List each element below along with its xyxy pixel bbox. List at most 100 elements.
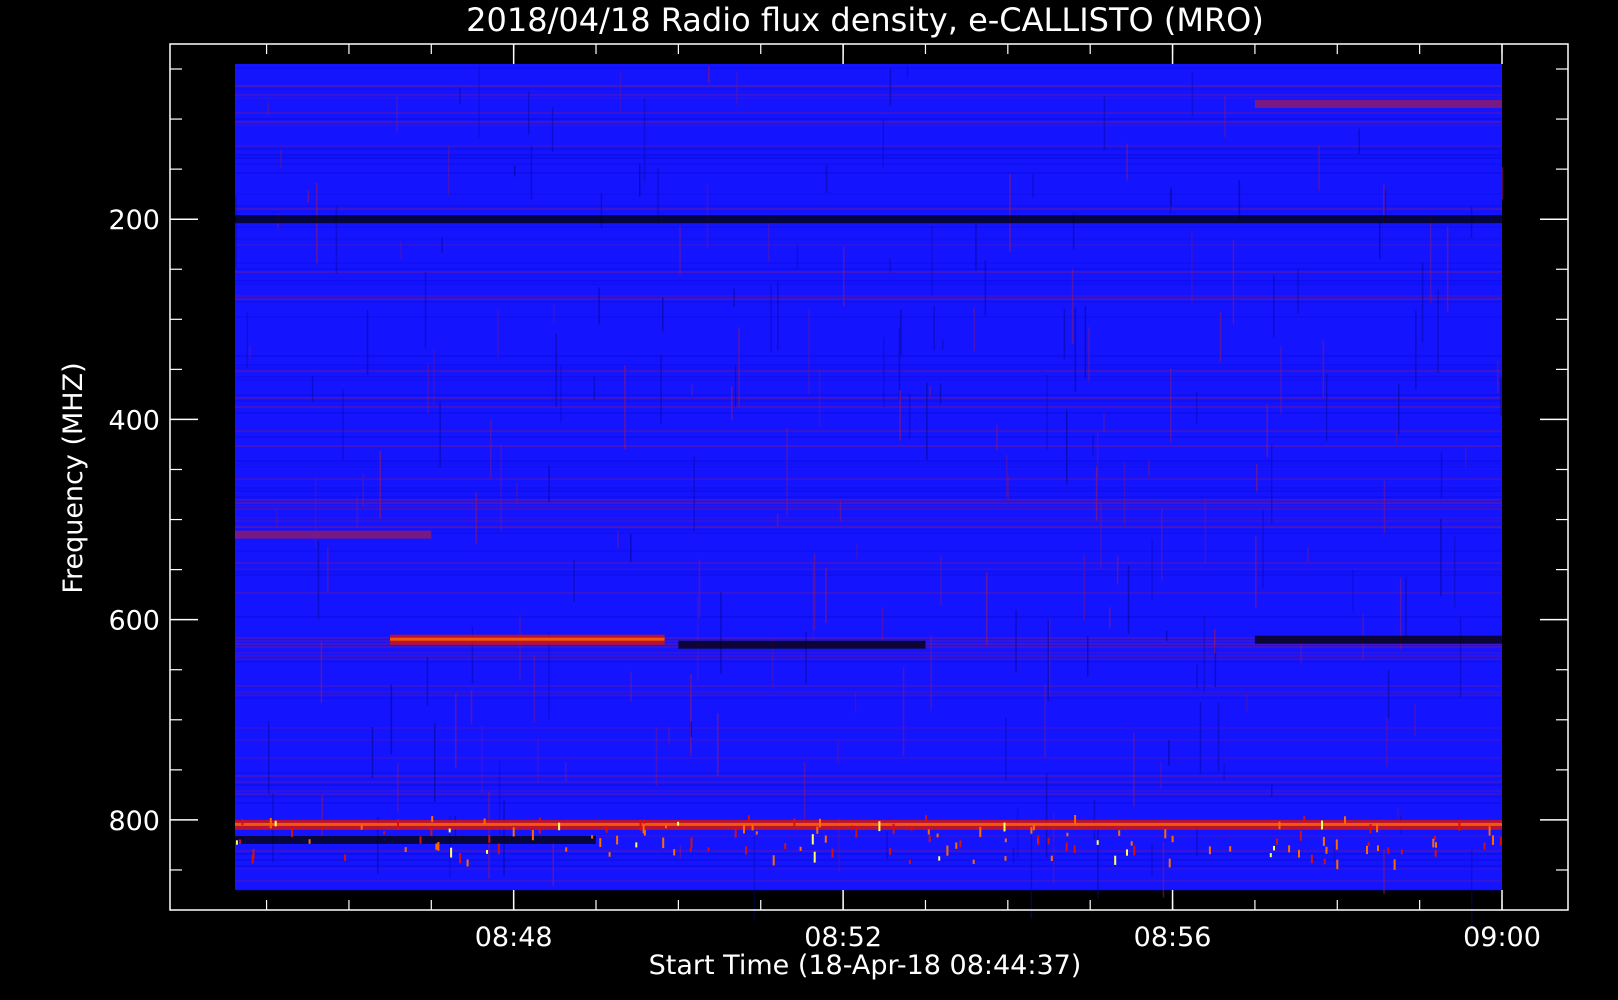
heatmap-streak bbox=[424, 271, 427, 349]
heatmap-streak bbox=[565, 762, 567, 781]
heatmap-texture-row bbox=[235, 868, 1502, 870]
heatmap-speckle bbox=[269, 818, 272, 829]
heatmap-speckle bbox=[1208, 846, 1211, 855]
heatmap-streak bbox=[1087, 636, 1089, 677]
heatmap-streak bbox=[617, 530, 619, 549]
heatmap-streak bbox=[679, 226, 681, 275]
heatmap-streak bbox=[1217, 702, 1220, 772]
heatmap-streak bbox=[439, 401, 441, 467]
heatmap-streak bbox=[1318, 146, 1320, 191]
heatmap-speckle bbox=[689, 847, 692, 852]
heatmap-streak bbox=[691, 384, 693, 396]
heatmap-speckle bbox=[466, 859, 469, 867]
heatmap-texture-row bbox=[235, 727, 1502, 729]
heatmap-streak bbox=[1271, 784, 1273, 797]
heatmap-streak bbox=[447, 146, 450, 196]
heatmap-texture-row bbox=[235, 496, 1502, 498]
heatmap-texture-row bbox=[235, 157, 1502, 159]
heatmap-streak bbox=[1405, 576, 1407, 638]
heatmap-streak bbox=[371, 726, 374, 778]
heatmap-streak bbox=[1352, 569, 1354, 613]
heatmap-speckle bbox=[1229, 846, 1232, 852]
heatmap-streak bbox=[1266, 404, 1268, 457]
heatmap-streak bbox=[693, 455, 695, 532]
heatmap-texture-row bbox=[235, 355, 1502, 357]
heatmap-texture-row bbox=[235, 124, 1502, 126]
heatmap-speckle bbox=[1377, 845, 1379, 851]
heatmap-texture-row bbox=[235, 694, 1502, 696]
heatmap-speckle bbox=[755, 831, 758, 835]
heatmap-streak bbox=[996, 424, 998, 451]
heatmap-texture-row bbox=[235, 397, 1502, 399]
heatmap-feature-band bbox=[235, 835, 596, 844]
heatmap-texture-row bbox=[235, 508, 1502, 510]
heatmap-speckle bbox=[512, 827, 515, 837]
heatmap-streak bbox=[1032, 173, 1034, 198]
heatmap-speckle bbox=[291, 827, 294, 838]
heatmap-streak bbox=[1238, 179, 1241, 219]
heatmap-streak bbox=[1133, 732, 1135, 807]
heatmap-streak bbox=[975, 223, 977, 271]
heatmap-streak bbox=[1103, 412, 1105, 433]
heatmap-speckle bbox=[1273, 845, 1275, 851]
heatmap-texture-row bbox=[235, 85, 1502, 87]
heatmap-speckle bbox=[813, 851, 816, 863]
heatmap-texture-row bbox=[235, 487, 1502, 489]
heatmap-speckle bbox=[1003, 822, 1006, 832]
heatmap-streak bbox=[1084, 305, 1087, 378]
heatmap-texture-row bbox=[235, 796, 1502, 798]
heatmap-streak bbox=[1203, 615, 1205, 693]
heatmap-texture-row bbox=[235, 88, 1502, 90]
heatmap-texture-row bbox=[235, 430, 1502, 432]
heatmap-streak bbox=[900, 309, 902, 356]
heatmap-speckle bbox=[1322, 836, 1325, 846]
heatmap-streak bbox=[1088, 327, 1090, 382]
heatmap-streak bbox=[786, 427, 788, 516]
x-tick-label: 08:52 bbox=[804, 922, 882, 953]
heatmap-speckle bbox=[878, 821, 881, 832]
heatmap-speckle bbox=[643, 819, 646, 824]
x-tick-label: 08:48 bbox=[475, 922, 553, 953]
heatmap-streak bbox=[929, 386, 931, 397]
heatmap-streak bbox=[843, 246, 845, 307]
heatmap-streak bbox=[514, 165, 516, 177]
heatmap-streak bbox=[1103, 96, 1106, 150]
heatmap-streak bbox=[1497, 361, 1499, 394]
heatmap-texture-row bbox=[235, 460, 1502, 462]
y-tick-label: 600 bbox=[108, 606, 160, 637]
heatmap-speckle bbox=[1030, 827, 1033, 834]
heatmap-streak bbox=[1093, 800, 1096, 840]
heatmap-streak bbox=[1273, 274, 1275, 338]
heatmap-speckle bbox=[889, 848, 892, 855]
heatmap-streak bbox=[311, 375, 314, 403]
heatmap-streak bbox=[639, 164, 641, 197]
heatmap-texture-row bbox=[235, 517, 1502, 519]
heatmap-texture-row bbox=[235, 121, 1502, 123]
heatmap-texture-row bbox=[235, 154, 1502, 156]
heatmap-streak bbox=[1030, 835, 1033, 919]
heatmap-speckle bbox=[1118, 830, 1121, 836]
heatmap-streak bbox=[1440, 518, 1442, 596]
heatmap-streak bbox=[1383, 480, 1386, 534]
heatmap-streak bbox=[516, 482, 518, 505]
heatmap-speckle bbox=[1499, 836, 1502, 846]
heatmap-streak bbox=[537, 738, 539, 783]
heatmap-streak bbox=[1160, 761, 1162, 789]
heatmap-streak bbox=[668, 726, 670, 743]
heatmap-streak bbox=[551, 107, 554, 152]
heatmap-speckle bbox=[1483, 842, 1486, 850]
heatmap-speckle bbox=[908, 860, 911, 864]
heatmap-speckle bbox=[1299, 830, 1302, 841]
heatmap-streak bbox=[882, 118, 884, 168]
heatmap-streak bbox=[1161, 507, 1163, 581]
heatmap-speckle bbox=[819, 818, 821, 828]
heatmap-texture-row bbox=[235, 793, 1502, 795]
heatmap-streak bbox=[1219, 312, 1222, 363]
heatmap-speckle bbox=[437, 842, 440, 851]
heatmap-texture-row bbox=[235, 889, 1502, 891]
heatmap-streak bbox=[883, 337, 885, 408]
heatmap-speckle bbox=[1065, 842, 1068, 852]
heatmap-streak bbox=[731, 386, 733, 421]
heatmap-image bbox=[235, 64, 1504, 927]
heatmap-streak bbox=[433, 349, 435, 406]
